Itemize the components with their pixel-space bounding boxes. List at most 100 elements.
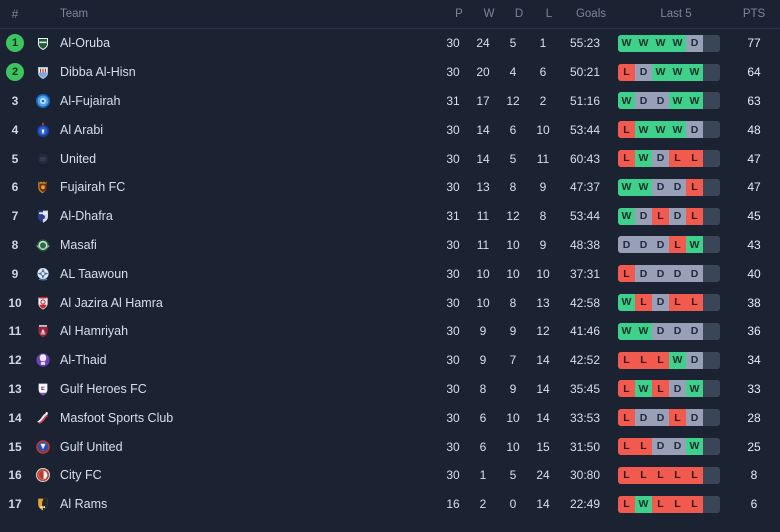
form-cell-empty <box>703 438 720 456</box>
rank-value: 6 <box>11 180 19 195</box>
table-row[interactable]: 10 Al Jazira Al Hamra 30 10 8 13 42:58 W L D L L 38 <box>0 288 780 317</box>
rank-badge: 2 <box>6 63 24 82</box>
team-name[interactable]: Al Arabi <box>56 123 438 137</box>
drawn-value: 4 <box>509 65 517 80</box>
last5-cell[interactable]: LDWWW <box>612 63 734 81</box>
table-row[interactable]: 14 Masfoot Sports Club 30 6 10 14 33:53 L D D L D 28 <box>0 403 780 432</box>
form-cell-d: D <box>686 322 703 340</box>
team-name[interactable]: Al Rams <box>56 497 438 511</box>
rank-cell: 7 <box>0 209 30 223</box>
form-cell-d: D <box>669 178 686 196</box>
team-name[interactable]: AL Taawoun <box>56 267 438 281</box>
form-cell-w: W <box>669 63 686 81</box>
table-row[interactable]: 13 Gulf Heroes FC 30 8 9 14 35:45 L W L D W 33 <box>0 375 780 404</box>
table-row[interactable]: 3 Al-Fujairah 31 17 12 2 51:16 W D D W W 63 <box>0 87 780 116</box>
won-value: 17 <box>476 93 490 108</box>
won-value: 13 <box>476 180 490 195</box>
team-name[interactable]: Al-Dhafra <box>56 209 438 223</box>
last5-cell[interactable]: WWWWD <box>612 34 734 52</box>
form-cell-d: D <box>652 92 669 110</box>
team-name[interactable]: Masfoot Sports Club <box>56 411 438 425</box>
goals-value: 60:43 <box>569 151 601 166</box>
form-cell-l: L <box>618 466 635 484</box>
form-strip: WDLDL <box>618 207 720 225</box>
won-value: 11 <box>476 237 490 252</box>
team-name[interactable]: Fujairah FC <box>56 180 438 194</box>
team-name[interactable]: Al-Fujairah <box>56 94 438 108</box>
last5-cell[interactable]: LLDDW <box>612 438 734 456</box>
form-cell-d: D <box>652 265 669 283</box>
team-name[interactable]: Al Hamriyah <box>56 324 438 338</box>
crest-fujairah-fc <box>30 179 56 195</box>
last5-cell[interactable]: WWDDD <box>612 322 734 340</box>
table-row[interactable]: 6 Fujairah FC 30 13 8 9 47:37 W W D D L 47 <box>0 173 780 202</box>
last5-cell[interactable]: LWWWD <box>612 121 734 139</box>
team-name[interactable]: United <box>56 152 438 166</box>
table-row[interactable]: 1 Al-Oruba 30 24 5 1 55:23 W W W W D 77 <box>0 29 780 58</box>
team-name[interactable]: City FC <box>56 468 438 482</box>
drawn-value: 7 <box>509 353 517 368</box>
drawn-value: 12 <box>506 93 520 108</box>
table-row[interactable]: 2 Dibba Al-Hisn 30 20 4 6 50:21 L D W W W 64 <box>0 58 780 87</box>
table-body: 1 Al-Oruba 30 24 5 1 55:23 W W W W D 77 2 Dibba Al-His… <box>0 29 780 519</box>
header-points: PTS <box>742 8 766 20</box>
table-row[interactable]: 11 Al Hamriyah 30 9 9 12 41:46 W W D D D 36 <box>0 317 780 346</box>
form-cell-w: W <box>635 150 652 168</box>
form-cell-l: L <box>618 495 635 513</box>
team-name[interactable]: Gulf Heroes FC <box>56 382 438 396</box>
form-cell-l: L <box>618 351 635 369</box>
last5-cell[interactable]: LWDLL <box>612 150 734 168</box>
points-value: 28 <box>747 410 761 425</box>
last5-cell[interactable]: WDDWW <box>612 92 734 110</box>
team-name[interactable]: Gulf United <box>56 440 438 454</box>
form-cell-d: D <box>635 265 652 283</box>
last5-cell[interactable]: LLLWD <box>612 351 734 369</box>
last5-cell[interactable]: LDDLD <box>612 409 734 427</box>
table-row[interactable]: 16 City FC 30 1 5 24 30:80 L L L L L 8 <box>0 461 780 490</box>
last5-cell[interactable]: LDDDD <box>612 265 734 283</box>
lost-value: 24 <box>536 468 550 483</box>
goals-value: 47:37 <box>569 180 601 195</box>
points-value: 77 <box>747 36 761 51</box>
last5-cell[interactable]: LWLLL <box>612 495 734 513</box>
team-name[interactable]: Masafi <box>56 238 438 252</box>
last5-cell[interactable]: LLLLL <box>612 466 734 484</box>
lost-value: 1 <box>539 36 547 51</box>
table-row[interactable]: 12 Al-Thaid 30 9 7 14 42:52 L L L W D 34 <box>0 346 780 375</box>
table-row[interactable]: 8 Masafi 30 11 10 9 48:38 D D D L W 43 <box>0 231 780 260</box>
crest-al-jazira-al-hamra <box>30 295 56 311</box>
rank-cell: 12 <box>0 353 30 367</box>
form-cell-w: W <box>618 92 635 110</box>
team-name[interactable]: Al Jazira Al Hamra <box>56 296 438 310</box>
played-value: 30 <box>446 410 460 425</box>
form-cell-d: D <box>669 207 686 225</box>
form-cell-d: D <box>635 236 652 254</box>
team-name[interactable]: Al-Oruba <box>56 36 438 50</box>
last5-cell[interactable]: LWLDW <box>612 380 734 398</box>
table-row[interactable]: 7 Al-Dhafra 31 11 12 8 53:44 W D L D L 45 <box>0 202 780 231</box>
last5-cell[interactable]: DDDLW <box>612 236 734 254</box>
drawn-value: 10 <box>506 439 520 454</box>
form-cell-l: L <box>669 236 686 254</box>
goals-value: 50:21 <box>569 65 601 80</box>
last5-cell[interactable]: WLDLL <box>612 294 734 312</box>
form-cell-empty <box>703 92 720 110</box>
form-cell-l: L <box>618 409 635 427</box>
table-row[interactable]: 17 Al Rams 16 2 0 14 22:49 L W L L L 6 <box>0 490 780 519</box>
form-cell-w: W <box>635 121 652 139</box>
form-strip: WWWWD <box>618 34 720 52</box>
team-name[interactable]: Al-Thaid <box>56 353 438 367</box>
team-name[interactable]: Dibba Al-Hisn <box>56 65 438 79</box>
table-row[interactable]: 4 Al Arabi 30 14 6 10 53:44 L W W W D 48 <box>0 115 780 144</box>
last5-cell[interactable]: WDLDL <box>612 207 734 225</box>
won-value: 2 <box>479 497 487 512</box>
rank-value: 14 <box>8 410 22 425</box>
table-row[interactable]: 9 AL Taawoun 30 10 10 10 37:31 L D D D D 40 <box>0 259 780 288</box>
table-row[interactable]: 15 Gulf United 30 6 10 15 31:50 L L D D W 25 <box>0 432 780 461</box>
points-value: 25 <box>747 439 761 454</box>
won-value: 9 <box>479 324 487 339</box>
last5-cell[interactable]: WWDDL <box>612 178 734 196</box>
table-row[interactable]: 5 United 30 14 5 11 60:43 L W D L L 47 <box>0 144 780 173</box>
form-cell-d: D <box>652 150 669 168</box>
crest-dibba-al-hisn <box>30 64 56 80</box>
